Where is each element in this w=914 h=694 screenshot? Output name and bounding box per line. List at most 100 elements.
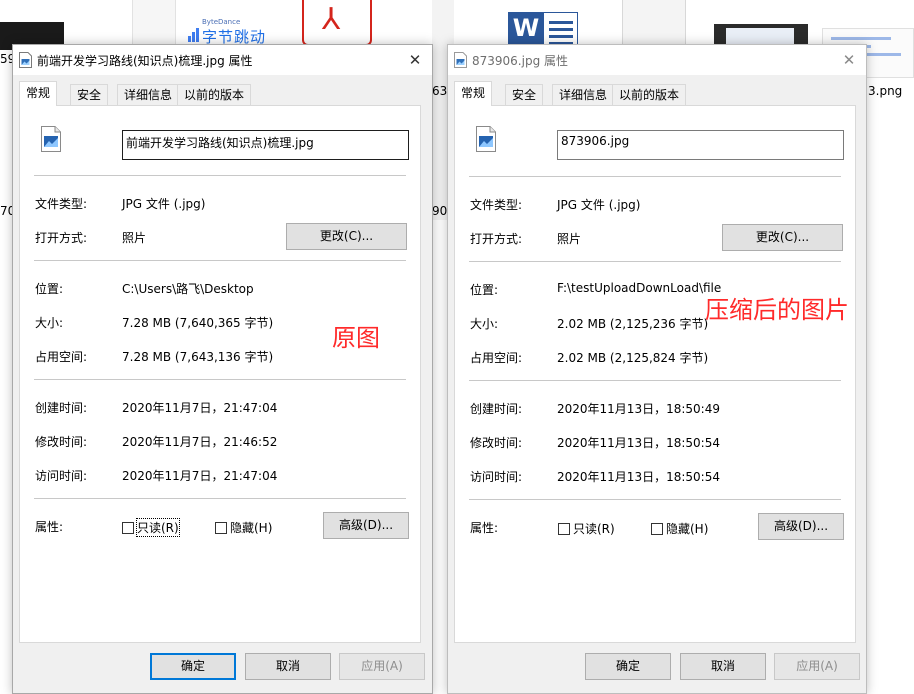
hidden-checkbox[interactable]: 隐藏(H) <box>651 520 708 537</box>
file-type-label: 文件类型: <box>470 198 523 212</box>
advanced-button[interactable]: 高级(D)... <box>758 513 844 540</box>
background-thumbnail-bytedance[interactable]: ByteDance 字节跳动 <box>184 18 274 46</box>
background-thumbnail-word[interactable]: W <box>508 8 580 50</box>
ok-button[interactable]: 确定 <box>150 653 236 680</box>
image-file-icon <box>41 126 61 152</box>
divider <box>469 499 841 500</box>
checkbox-box[interactable] <box>122 521 134 534</box>
size-on-disk-value: 7.28 MB (7,643,136 字节) <box>122 350 274 364</box>
tab-details[interactable]: 详细信息 <box>117 84 180 106</box>
hidden-label: 隐藏(H) <box>666 522 709 536</box>
dialog-title: 前端开发学习路线(知识点)梳理.jpg 属性 <box>37 54 253 68</box>
divider <box>34 379 406 380</box>
divider <box>34 498 406 499</box>
divider <box>469 261 841 262</box>
filename-field[interactable]: 前端开发学习路线(知识点)梳理.jpg <box>122 130 409 160</box>
close-button[interactable]: ✕ <box>402 47 428 73</box>
size-value: 2.02 MB (2,125,236 字节) <box>557 317 709 331</box>
size-label: 大小: <box>35 316 64 330</box>
background-thumbnail-document[interactable] <box>132 0 176 46</box>
cancel-button[interactable]: 取消 <box>680 653 766 680</box>
tab-previous-versions[interactable]: 以前的版本 <box>177 84 252 106</box>
checkbox-box[interactable] <box>215 521 227 534</box>
created-label: 创建时间: <box>35 401 88 415</box>
bytedance-small-text: ByteDance <box>202 18 241 26</box>
file-type-value: JPG 文件 (.jpg) <box>557 198 641 212</box>
image-file-icon <box>19 52 32 68</box>
divider <box>34 175 406 176</box>
location-label: 位置: <box>470 283 499 297</box>
image-file-icon <box>454 52 467 68</box>
background-label: 63 <box>432 84 448 98</box>
apply-button[interactable]: 应用(A) <box>774 653 860 680</box>
background-label: 90 <box>432 204 448 218</box>
apply-button[interactable]: 应用(A) <box>339 653 425 680</box>
size-label: 大小: <box>470 317 499 331</box>
readonly-label: 只读(R) <box>136 518 180 537</box>
background-thumbnail-file[interactable] <box>622 0 686 46</box>
title-bar[interactable]: 前端开发学习路线(知识点)梳理.jpg 属性 ✕ <box>13 45 432 75</box>
location-value: F:\testUploadDownLoad\file <box>557 281 722 295</box>
accessed-label: 访问时间: <box>35 469 88 483</box>
size-value: 7.28 MB (7,640,365 字节) <box>122 316 274 330</box>
created-value: 2020年11月13日，18:50:49 <box>557 402 720 416</box>
close-button[interactable]: ✕ <box>836 47 862 73</box>
filename-field[interactable]: 873906.jpg <box>557 130 844 160</box>
created-label: 创建时间: <box>470 402 523 416</box>
change-button[interactable]: 更改(C)... <box>286 223 407 250</box>
location-value: C:\Users\路飞\Desktop <box>122 282 254 296</box>
tab-general[interactable]: 常规 <box>454 81 493 106</box>
size-on-disk-label: 占用空间: <box>35 350 88 364</box>
readonly-checkbox[interactable]: 只读(R) <box>558 520 615 537</box>
background-label: 3.png <box>868 84 903 98</box>
cancel-button[interactable]: 取消 <box>245 653 331 680</box>
readonly-checkbox[interactable]: 只读(R) <box>122 518 180 537</box>
modified-value: 2020年11月13日，18:50:54 <box>557 436 720 450</box>
size-on-disk-value: 2.02 MB (2,125,824 字节) <box>557 351 709 365</box>
word-icon: W <box>508 12 544 44</box>
accessed-value: 2020年11月13日，18:50:54 <box>557 470 720 484</box>
location-label: 位置: <box>35 282 64 296</box>
open-with-value: 照片 <box>557 232 582 246</box>
checkbox-box[interactable] <box>651 522 663 535</box>
divider <box>469 380 841 381</box>
attributes-label: 属性: <box>470 521 499 535</box>
checkbox-box[interactable] <box>558 522 570 535</box>
image-file-icon <box>476 126 496 152</box>
tab-general[interactable]: 常规 <box>19 81 58 106</box>
open-with-label: 打开方式: <box>470 232 523 246</box>
attributes-label: 属性: <box>35 520 64 534</box>
open-with-value: 照片 <box>122 231 147 245</box>
size-on-disk-label: 占用空间: <box>470 351 523 365</box>
open-with-label: 打开方式: <box>35 231 88 245</box>
pdf-icon: ⅄ <box>322 2 341 37</box>
modified-label: 修改时间: <box>35 435 88 449</box>
general-panel: 873906.jpg 文件类型: JPG 文件 (.jpg) 打开方式: 照片 … <box>454 105 856 643</box>
properties-dialog-original: 前端开发学习路线(知识点)梳理.jpg 属性 ✕ 常规 安全 详细信息 以前的版… <box>12 44 433 694</box>
general-panel: 前端开发学习路线(知识点)梳理.jpg 文件类型: JPG 文件 (.jpg) … <box>19 105 421 643</box>
bytedance-bars-icon <box>188 28 202 42</box>
tab-security[interactable]: 安全 <box>505 84 544 106</box>
tab-security[interactable]: 安全 <box>70 84 109 106</box>
hidden-label: 隐藏(H) <box>230 521 273 535</box>
divider <box>34 260 406 261</box>
tab-details[interactable]: 详细信息 <box>552 84 615 106</box>
advanced-button[interactable]: 高级(D)... <box>323 512 409 539</box>
title-bar[interactable]: 873906.jpg 属性 ✕ <box>448 45 866 75</box>
created-value: 2020年11月7日，21:47:04 <box>122 401 278 415</box>
readonly-label: 只读(R) <box>573 522 615 536</box>
ok-button[interactable]: 确定 <box>585 653 671 680</box>
background-thumbnail-pdf[interactable]: ⅄ <box>302 0 372 46</box>
dialog-title: 873906.jpg 属性 <box>472 54 569 68</box>
modified-value: 2020年11月7日，21:46:52 <box>122 435 278 449</box>
accessed-value: 2020年11月7日，21:47:04 <box>122 469 278 483</box>
accessed-label: 访问时间: <box>470 470 523 484</box>
divider <box>469 176 841 177</box>
file-type-label: 文件类型: <box>35 197 88 211</box>
change-button[interactable]: 更改(C)... <box>722 224 843 251</box>
tab-previous-versions[interactable]: 以前的版本 <box>612 84 687 106</box>
annotation-compressed: 压缩后的图片 <box>705 296 849 324</box>
properties-dialog-compressed: 873906.jpg 属性 ✕ 常规 安全 详细信息 以前的版本 873906.… <box>447 44 867 694</box>
modified-label: 修改时间: <box>470 436 523 450</box>
hidden-checkbox[interactable]: 隐藏(H) <box>215 519 272 536</box>
